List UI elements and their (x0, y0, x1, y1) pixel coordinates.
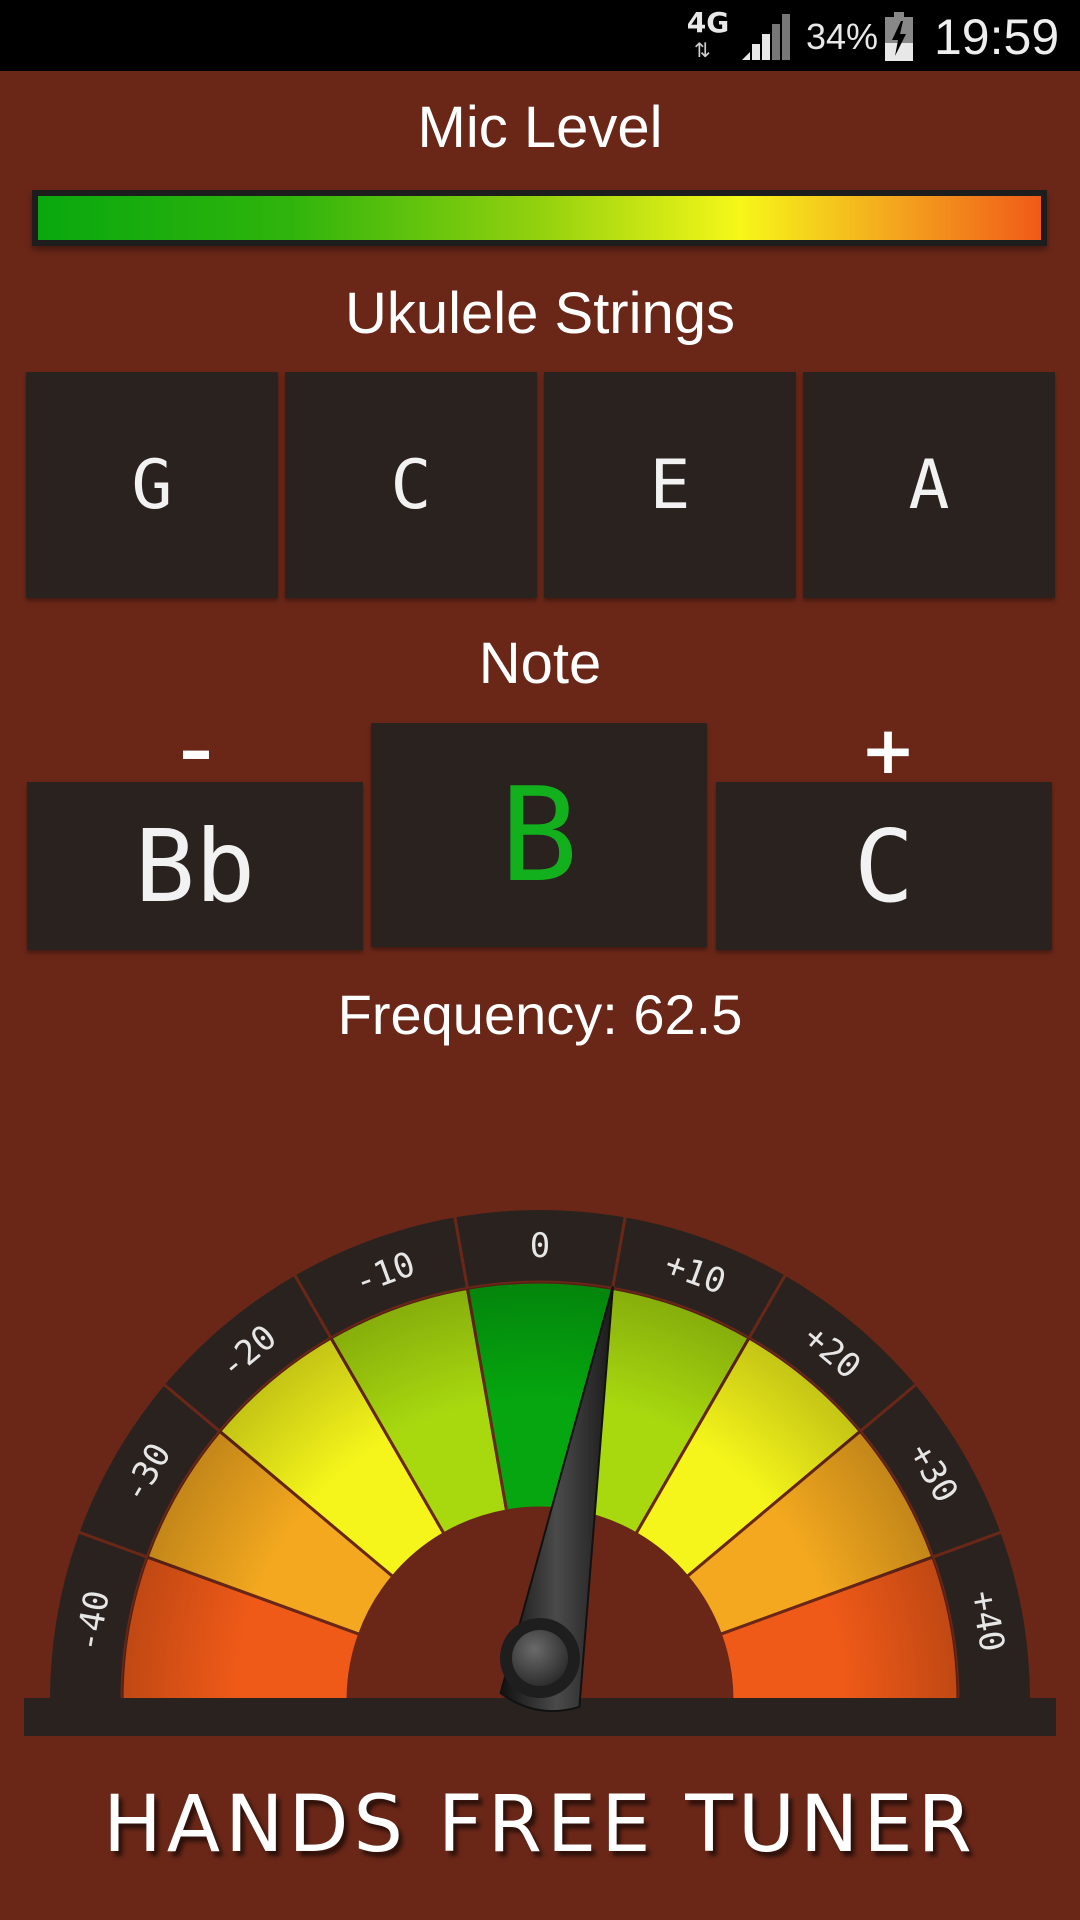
string-button-c[interactable]: C (285, 372, 537, 598)
mic-level-title: Mic Level (417, 95, 663, 160)
needle-hub (512, 1630, 568, 1686)
sharp-plus-sign: + (860, 712, 916, 789)
frequency-readout: Frequency: 62.5 (337, 983, 743, 1046)
status-bar: 4G ⇅ 34% 19:59 (0, 0, 1080, 71)
ukulele-strings-title: Ukulele Strings (344, 281, 736, 346)
mic-level-meter (32, 190, 1047, 246)
mic-level-fill (38, 196, 1041, 240)
string-button-e[interactable]: E (544, 372, 796, 598)
flat-note-display: Bb (27, 782, 363, 950)
flat-minus-sign: – (179, 712, 213, 789)
string-button-a[interactable]: A (803, 372, 1055, 598)
app-title-footer: HANDS FREE TUNER (103, 1780, 977, 1870)
sharp-note-display: C (716, 782, 1052, 950)
battery-percent: 34% (806, 16, 879, 57)
current-note-display: B (371, 723, 707, 947)
string-button-g[interactable]: G (26, 372, 278, 598)
network-type-label: 4G (686, 6, 730, 39)
battery-charging-icon (885, 12, 913, 61)
signal-strength-icon (742, 14, 790, 60)
tuning-gauge: -40-30-20-10 0 +10+20+30+40 (24, 1210, 1056, 1736)
gauge-tick-label: 0 (530, 1226, 550, 1266)
note-title: Note (478, 631, 602, 696)
clock: 19:59 (934, 9, 1060, 65)
data-transfer-icon: ⇅ (694, 38, 711, 62)
